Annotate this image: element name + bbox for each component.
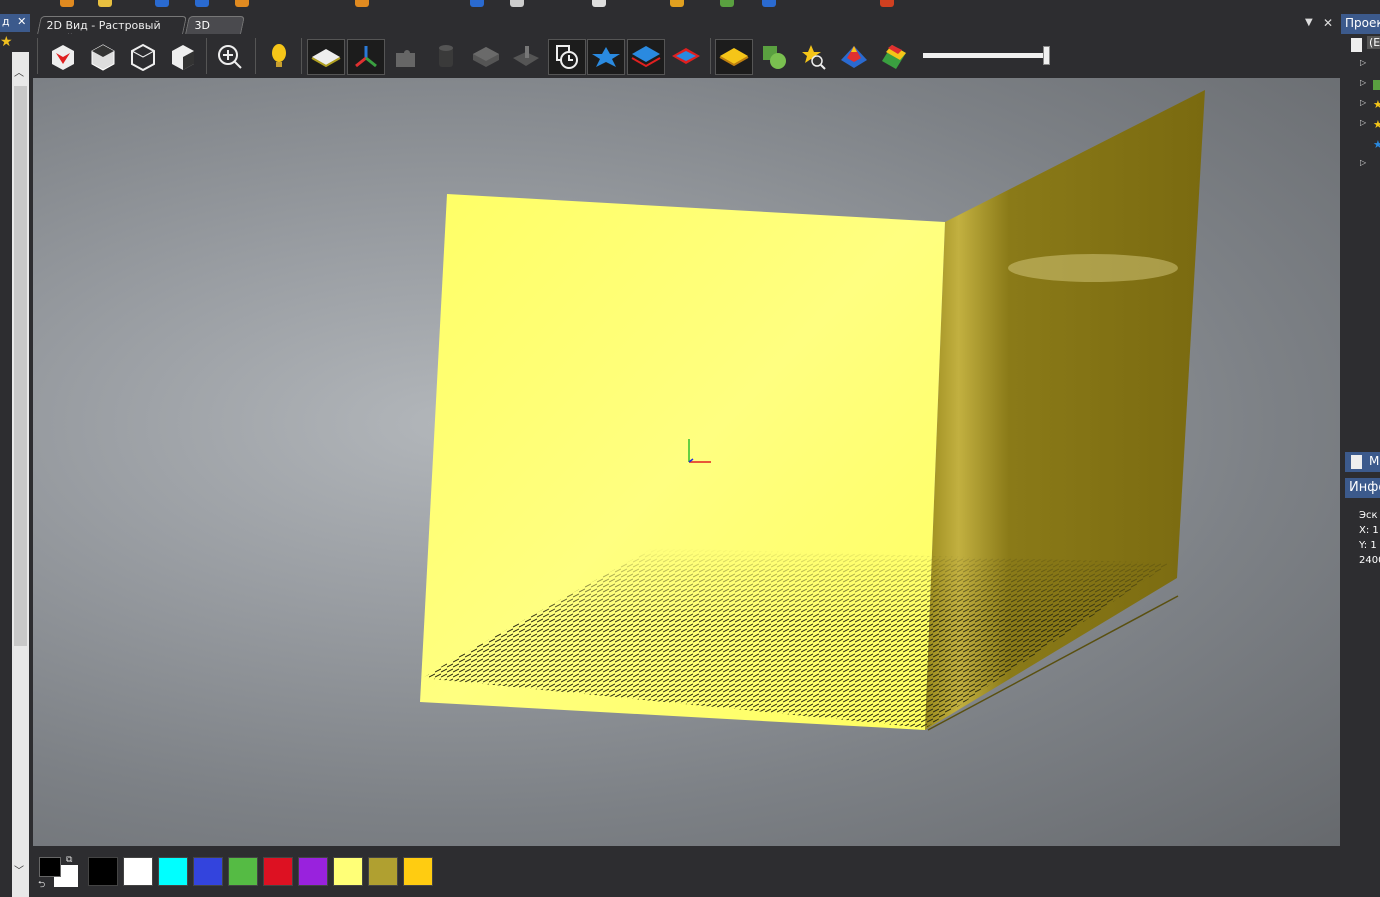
color-palette: ⧉ ⮌ — [33, 846, 1340, 897]
left-panel-header: д ✕ — [0, 14, 30, 32]
toolbar-icon[interactable] — [60, 0, 74, 7]
color-swatch[interactable] — [368, 857, 398, 886]
info-line: Эск — [1359, 510, 1378, 521]
toolbar-icon[interactable] — [510, 0, 524, 7]
toolbar-icon[interactable] — [195, 0, 209, 7]
color-swatch[interactable] — [263, 857, 293, 886]
close-view-button[interactable]: ✕ — [1323, 16, 1333, 30]
info-line: 2400 — [1359, 555, 1380, 566]
view-iso-cube-icon[interactable] — [124, 39, 162, 75]
axes-icon[interactable] — [347, 39, 385, 75]
view-side-cube-icon[interactable] — [164, 39, 202, 75]
view-front-cube-icon[interactable] — [44, 39, 82, 75]
document-icon — [1351, 455, 1362, 469]
left-panel-title: д — [2, 15, 10, 28]
project-tree-item[interactable]: (E — [1367, 36, 1380, 49]
pyramid-icon[interactable] — [835, 39, 873, 75]
info-line: X: 1 — [1359, 525, 1379, 536]
expand-icon[interactable]: ▷ — [1360, 58, 1366, 67]
expand-icon[interactable]: ▷ — [1360, 118, 1366, 127]
scroll-up-icon[interactable]: ︿ — [14, 64, 24, 79]
color-swatch[interactable] — [193, 857, 223, 886]
star-icon: ★ — [1373, 98, 1380, 111]
info-line: Y: 1 — [1359, 540, 1377, 551]
left-panel-close-button[interactable]: ✕ — [17, 15, 26, 28]
color-swatch[interactable] — [333, 857, 363, 886]
toolbar-icon[interactable] — [470, 0, 484, 7]
color-swatch[interactable] — [123, 857, 153, 886]
star-layer-icon[interactable] — [587, 39, 625, 75]
surface-layer-icon[interactable] — [307, 39, 345, 75]
swap-colors-icon[interactable]: ⮌ — [38, 877, 45, 893]
star-icon[interactable]: ★ — [0, 34, 13, 50]
star-icon: ★ — [1373, 138, 1380, 151]
color-swatch[interactable] — [158, 857, 188, 886]
layers-red-icon[interactable] — [667, 39, 705, 75]
toolbar-icon[interactable] — [355, 0, 369, 7]
toolbar-icon[interactable] — [592, 0, 606, 7]
right-panel: Проек (E ▷ ▷ ▷ ▷ ▷ ★ ★ ★ М Инфо Эск X: 1… — [1341, 14, 1380, 897]
toolbar-icon[interactable] — [880, 0, 894, 7]
cylinder-icon[interactable] — [427, 39, 465, 75]
scrollbar-thumb[interactable] — [14, 86, 27, 646]
zoom-icon[interactable] — [211, 39, 249, 75]
foreground-color-swatch[interactable] — [39, 857, 61, 877]
timer-icon[interactable] — [548, 39, 586, 75]
layers-blue-icon[interactable] — [627, 39, 665, 75]
tab-dropdown-button[interactable]: ▼ — [1305, 17, 1313, 28]
expand-icon[interactable]: ▷ — [1360, 78, 1366, 87]
tab-3d-view[interactable]: 3D вид — [185, 16, 245, 45]
opacity-slider-track[interactable] — [923, 53, 1045, 58]
toolbar-icon[interactable] — [155, 0, 169, 7]
3d-scene[interactable] — [33, 78, 1340, 846]
scroll-down-icon[interactable]: ﹀ — [14, 862, 24, 877]
color-layers-icon[interactable] — [875, 39, 913, 75]
main-toolbar-strip — [0, 0, 1340, 12]
3d-viewport[interactable] — [33, 78, 1340, 846]
document-icon — [1351, 38, 1362, 52]
opacity-slider-handle[interactable] — [1043, 46, 1050, 65]
star-search-icon[interactable] — [795, 39, 833, 75]
reset-colors-icon[interactable]: ⧉ — [66, 855, 72, 865]
info-panel-title: Инфо — [1345, 478, 1380, 498]
view-top-cube-icon[interactable] — [84, 39, 122, 75]
star-icon: ★ — [1373, 118, 1380, 131]
toolbar-icon[interactable] — [720, 0, 734, 7]
color-swatch[interactable] — [228, 857, 258, 886]
project-panel-title: Проек — [1341, 14, 1380, 34]
color-swatch[interactable] — [403, 857, 433, 886]
expand-icon[interactable]: ▷ — [1360, 158, 1366, 167]
surface-yellow-icon[interactable] — [715, 39, 753, 75]
solid-box-icon[interactable] — [467, 39, 505, 75]
shapes-icon[interactable] — [755, 39, 793, 75]
toolbar-icon[interactable] — [235, 0, 249, 7]
tool-icon[interactable] — [507, 39, 545, 75]
toolbar-icon[interactable] — [762, 0, 776, 7]
color-swatch[interactable] — [88, 857, 118, 886]
3d-toolbar — [33, 34, 1340, 78]
light-bulb-icon[interactable] — [260, 39, 298, 75]
expand-icon[interactable]: ▷ — [1360, 98, 1366, 107]
tab-2d-view[interactable]: 2D Вид - Растровый слой — [37, 16, 187, 45]
puzzle-icon[interactable] — [387, 39, 425, 75]
toolbar-icon[interactable] — [670, 0, 684, 7]
color-swatch[interactable] — [298, 857, 328, 886]
toolbar-icon[interactable] — [98, 0, 112, 7]
